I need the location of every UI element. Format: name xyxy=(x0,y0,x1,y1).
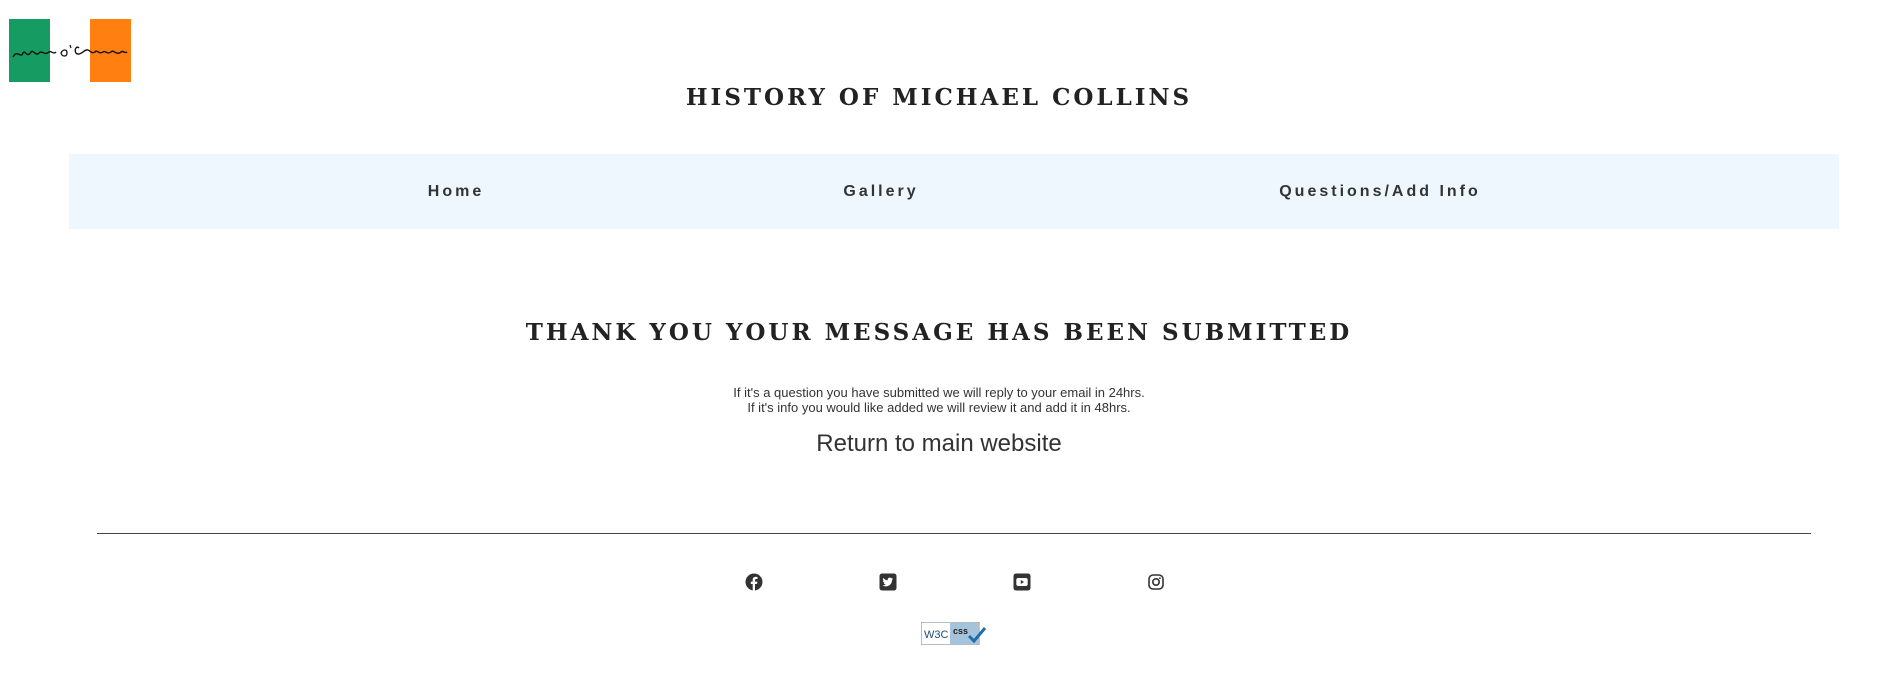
nav-gallery-link[interactable]: Gallery xyxy=(843,154,918,229)
w3c-text: W3C xyxy=(924,629,949,641)
site-title: HISTORY OF MICHAEL COLLINS xyxy=(685,84,1193,111)
review-info-text: If it's info you would like added we wil… xyxy=(747,400,1131,415)
page: HISTORY OF MICHAEL COLLINS Home Gallery … xyxy=(0,0,1878,684)
return-to-main-website-link[interactable]: Return to main website xyxy=(0,430,1878,458)
main-navigation: Home Gallery Questions/Add Info xyxy=(69,154,1839,229)
w3c-css-valid-badge[interactable]: W3C css xyxy=(920,621,987,646)
logo-signature xyxy=(12,44,128,58)
facebook-icon[interactable] xyxy=(745,573,763,591)
nav-home-link[interactable]: Home xyxy=(428,154,484,229)
css-text: css xyxy=(953,626,968,636)
youtube-icon[interactable] xyxy=(1013,573,1031,591)
reply-info-text: If it's a question you have submitted we… xyxy=(733,385,1145,400)
nav-questions-add-info-link[interactable]: Questions/Add Info xyxy=(1279,154,1481,229)
site-logo[interactable] xyxy=(9,19,131,82)
twitter-icon[interactable] xyxy=(879,573,897,591)
thank-you-heading: THANK YOU YOUR MESSAGE HAS BEEN SUBMITTE… xyxy=(525,319,1353,346)
instagram-icon[interactable] xyxy=(1147,573,1165,591)
footer-divider xyxy=(97,533,1811,534)
